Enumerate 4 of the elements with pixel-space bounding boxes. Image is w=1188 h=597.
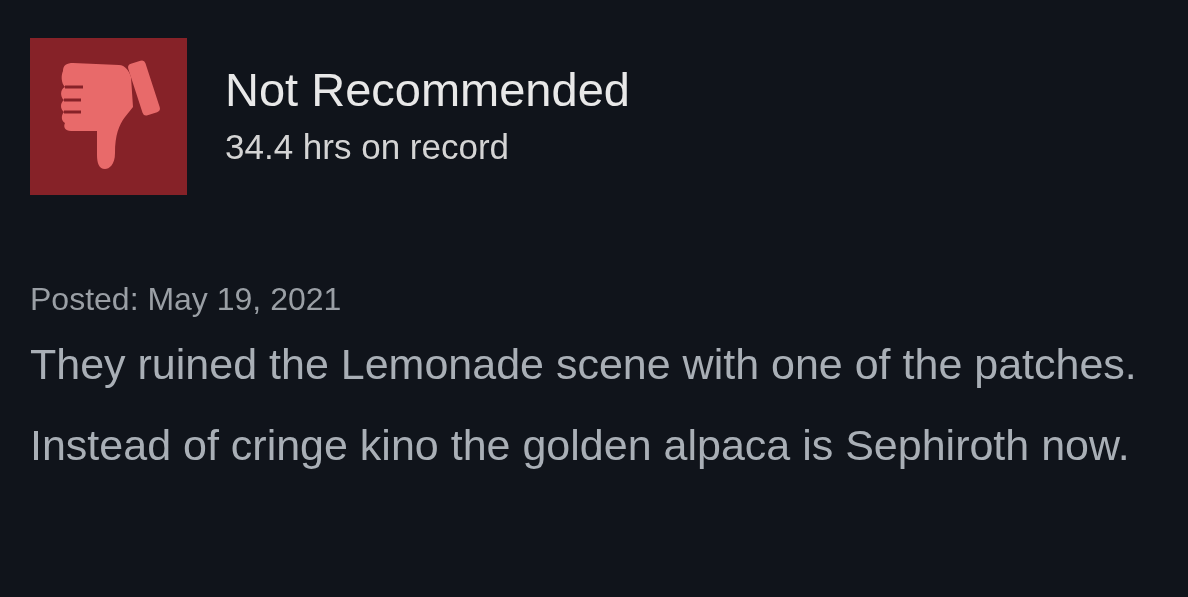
review-verdict: Not Recommended [225, 64, 630, 116]
hours-on-record: 34.4 hrs on record [225, 125, 511, 168]
review-text: They ruined the Lemonade scene with one of the patches. Instead of cringe kino the golden alpaca is Sephiroth now. [30, 339, 1138, 472]
posted-date: Posted: May 19, 2021 [30, 280, 343, 319]
